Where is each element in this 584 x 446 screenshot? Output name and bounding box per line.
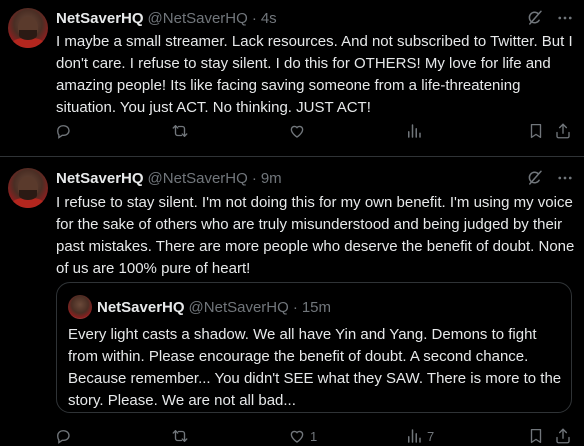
- quoted-display-name: NetSaverHQ: [97, 298, 185, 316]
- reply-button[interactable]: [54, 121, 72, 141]
- display-name[interactable]: NetSaverHQ: [56, 170, 144, 187]
- views-button[interactable]: [405, 121, 427, 141]
- quoted-avatar: [68, 295, 92, 319]
- like-count: 1: [310, 428, 318, 444]
- quoted-timestamp: 15m: [301, 298, 331, 316]
- avatar[interactable]: [8, 8, 48, 48]
- reply-icon: [57, 430, 70, 444]
- tweet-header: NetSaverHQ @NetSaverHQ · 4s: [56, 8, 277, 28]
- tweet-actions: [52, 121, 576, 141]
- reply-button[interactable]: [54, 426, 72, 446]
- separator-dot: ·: [251, 169, 257, 187]
- grok-icon[interactable]: [526, 169, 544, 187]
- quoted-header: NetSaverHQ @NetSaverHQ · 15m: [97, 297, 331, 317]
- display-name[interactable]: NetSaverHQ: [56, 10, 144, 27]
- views-icon: [408, 124, 421, 138]
- view-count: 7: [427, 428, 435, 444]
- like-icon: [290, 430, 304, 443]
- retweet-button[interactable]: [171, 121, 189, 141]
- retweet-button[interactable]: [171, 426, 189, 446]
- tweet-1[interactable]: NetSaverHQ @NetSaverHQ · 4s I maybe a sm…: [0, 0, 584, 157]
- bookmark-icon: [530, 123, 542, 139]
- quoted-tweet[interactable]: NetSaverHQ @NetSaverHQ · 15m Every light…: [56, 282, 572, 413]
- like-icon: [290, 125, 304, 138]
- views-icon: [408, 429, 421, 443]
- separator-dot: ·: [292, 298, 298, 316]
- tweet-header: NetSaverHQ @NetSaverHQ · 9m: [56, 168, 282, 188]
- separator-dot: ·: [251, 9, 257, 27]
- like-button[interactable]: 1: [288, 426, 317, 446]
- tweet-2[interactable]: NetSaverHQ @NetSaverHQ · 9m I refuse to …: [0, 158, 584, 445]
- tweet-actions: 1 7: [52, 426, 576, 446]
- bookmark-button[interactable]: [527, 426, 545, 446]
- tweet-text: I refuse to stay silent. I'm not doing t…: [56, 194, 575, 277]
- bookmark-icon: [530, 428, 542, 444]
- bookmark-button[interactable]: [527, 121, 545, 141]
- like-button[interactable]: [288, 121, 310, 141]
- retweet-icon: [172, 125, 188, 137]
- avatar[interactable]: [8, 168, 48, 208]
- quoted-user-handle: @NetSaverHQ: [188, 298, 289, 316]
- grok-icon[interactable]: [526, 9, 544, 27]
- views-button[interactable]: 7: [405, 426, 434, 446]
- timestamp[interactable]: 9m: [261, 170, 282, 187]
- user-handle[interactable]: @NetSaverHQ: [148, 170, 248, 187]
- tweet-text: I maybe a small streamer. Lack resources…: [56, 33, 573, 116]
- more-icon[interactable]: [556, 169, 574, 187]
- timestamp[interactable]: 4s: [261, 10, 277, 27]
- share-icon: [556, 428, 570, 444]
- quoted-tweet-text: Every light casts a shadow. We all have …: [68, 326, 562, 409]
- share-button[interactable]: [554, 121, 572, 141]
- user-handle[interactable]: @NetSaverHQ: [148, 10, 248, 27]
- share-button[interactable]: [554, 426, 572, 446]
- more-icon[interactable]: [556, 9, 574, 27]
- reply-icon: [57, 125, 70, 139]
- share-icon: [556, 123, 570, 139]
- retweet-icon: [172, 430, 188, 442]
